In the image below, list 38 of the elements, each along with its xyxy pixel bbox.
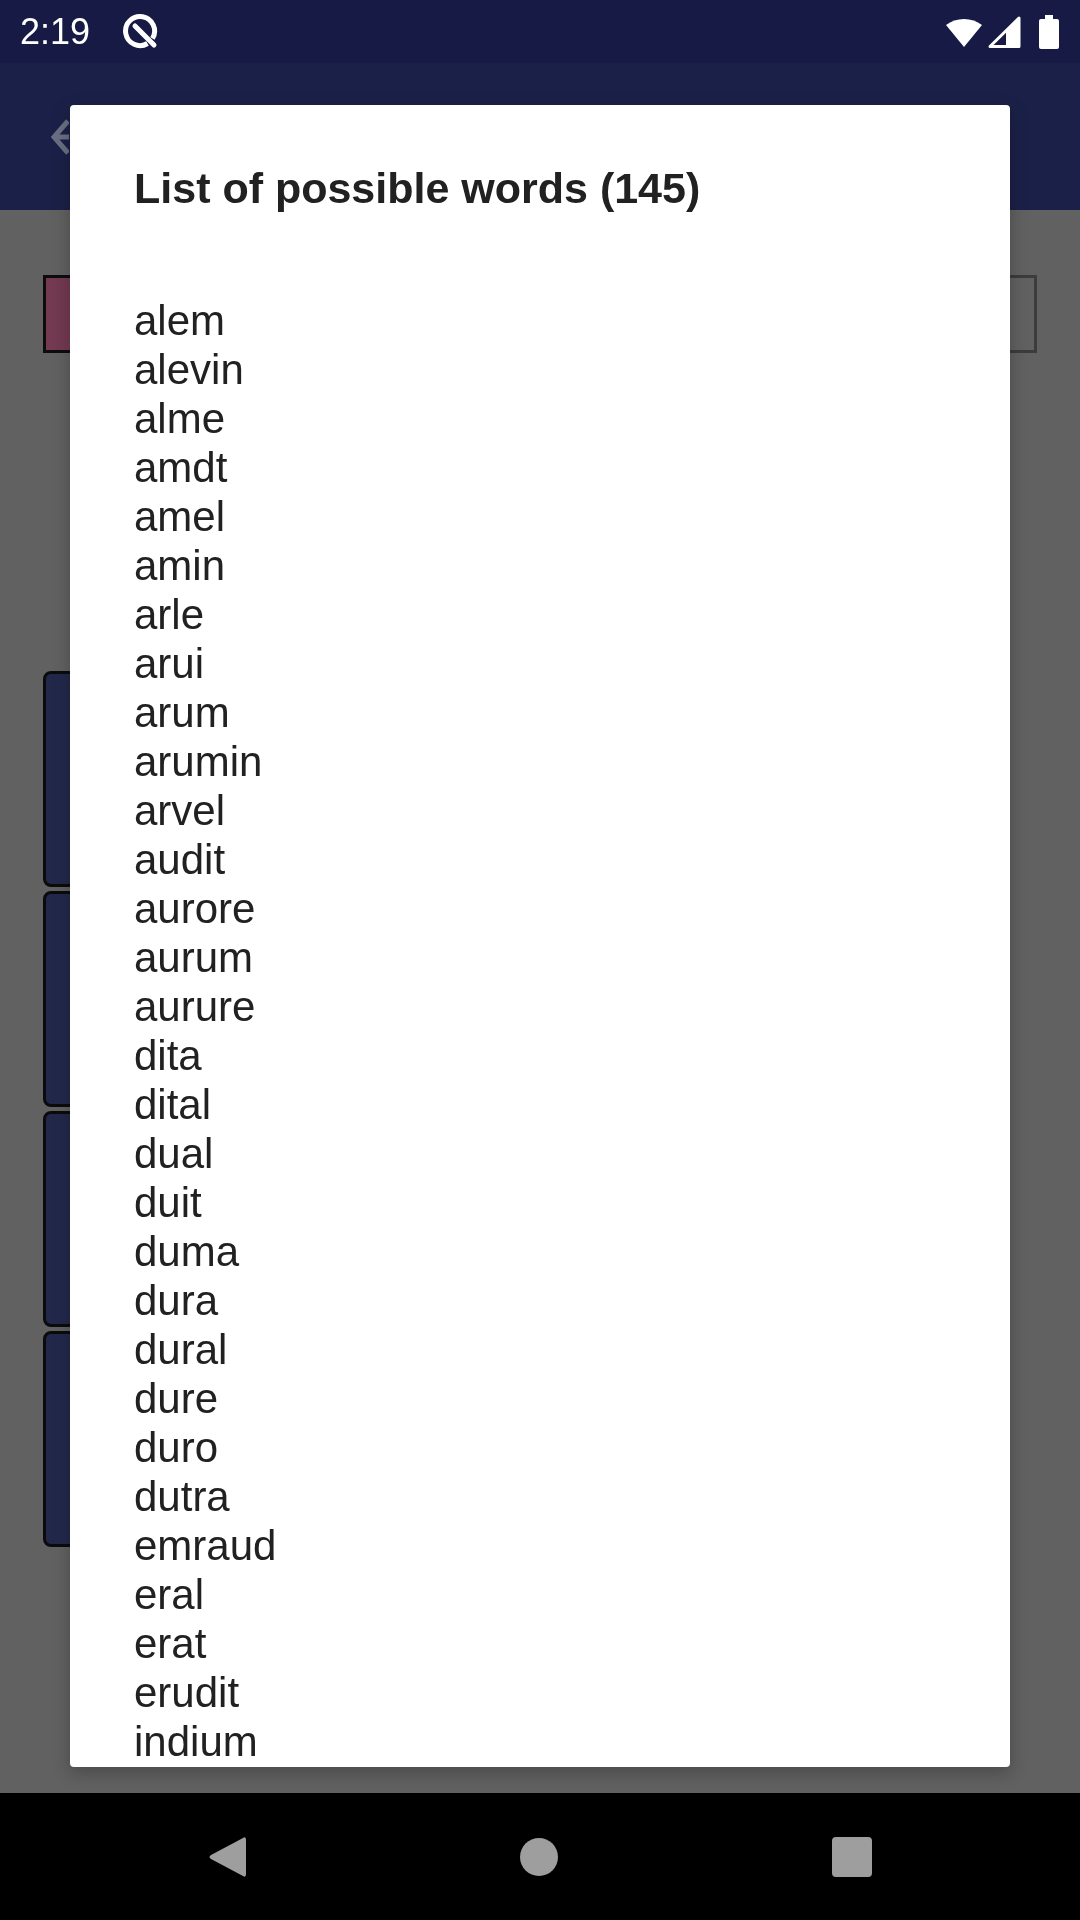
word-list-item: amin	[134, 541, 226, 590]
word-list-item: erat	[134, 1619, 207, 1668]
word-list-item: alem	[134, 296, 226, 345]
word-list-item: arui	[134, 639, 205, 688]
word-list-item: duro	[134, 1423, 219, 1472]
word-list-item: eral	[134, 1570, 205, 1619]
word-list-item: dura	[134, 1276, 219, 1325]
word-list-item: dital	[134, 1080, 212, 1129]
word-list-item: aurure	[134, 982, 256, 1031]
word-list-item: arvel	[134, 786, 226, 835]
word-list-item: erudit	[134, 1668, 240, 1717]
word-list-item: arumin	[134, 737, 263, 786]
home-icon[interactable]	[520, 1837, 558, 1876]
word-list-item: dutra	[134, 1472, 230, 1521]
word-list-item: duma	[134, 1227, 240, 1276]
word-list-item: dual	[134, 1129, 214, 1178]
word-list-item: alevin	[134, 345, 244, 394]
status-time: 2:19	[20, 11, 91, 52]
word-list-item: arle	[134, 590, 205, 639]
battery-icon	[1039, 14, 1059, 49]
word-list-item: arum	[134, 688, 230, 737]
word-list-item: aurum	[134, 933, 254, 982]
circle-slash-icon	[123, 13, 160, 50]
word-list-item: dural	[134, 1325, 228, 1374]
word-list-item: dita	[134, 1031, 202, 1080]
word-list-item: indium	[134, 1717, 258, 1766]
word-list-item: dure	[134, 1374, 219, 1423]
word-list-item: duit	[134, 1178, 202, 1227]
word-list-item: audit	[134, 835, 226, 884]
signal-icon	[988, 15, 1021, 48]
word-list-item: alme	[134, 394, 226, 443]
word-list-item: amdt	[134, 443, 228, 492]
back-icon[interactable]	[208, 1834, 246, 1879]
recents-icon[interactable]	[832, 1836, 872, 1877]
word-list-item: amel	[134, 492, 226, 541]
word-list-item: aurore	[134, 884, 256, 933]
dialog-title: List of possible words (145)	[134, 163, 701, 213]
word-list-item: emraud	[134, 1521, 277, 1570]
